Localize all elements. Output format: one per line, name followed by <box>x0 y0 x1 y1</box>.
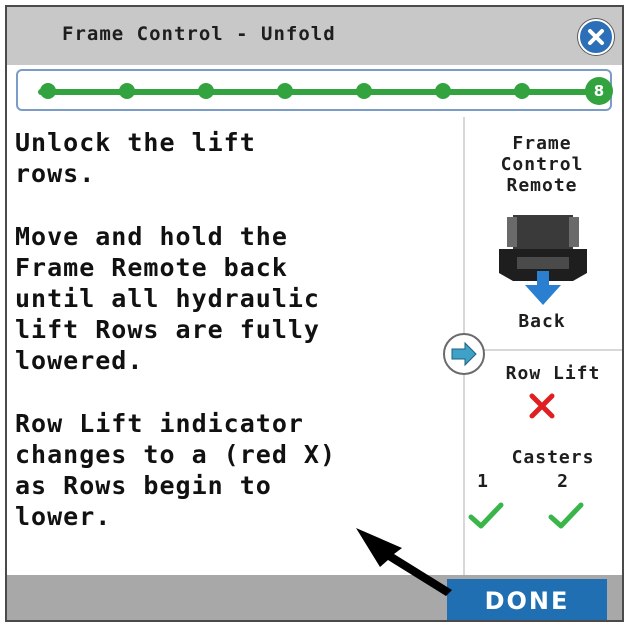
pointer-arrow-icon <box>356 528 452 596</box>
green-check-icon <box>468 502 504 529</box>
green-check-icon <box>548 502 584 529</box>
step-progress-bar: 8 <box>16 69 613 111</box>
remote-label: Frame Control Remote <box>500 133 584 196</box>
instruction-text: Unlock the lift rows. Move and hold the … <box>15 127 455 564</box>
row-lift-label: Row Lift <box>505 363 601 384</box>
casters-label: Casters <box>511 447 595 468</box>
step-dot <box>435 83 451 99</box>
dialog-window: Frame Control - Unfold 8 Unlock the lift… <box>5 5 624 622</box>
close-icon <box>588 29 604 45</box>
right-arrow-icon <box>451 341 477 367</box>
step-dot <box>119 83 135 99</box>
red-x-icon <box>529 393 555 419</box>
step-dot <box>277 83 293 99</box>
caster-1-label: 1 <box>477 471 489 492</box>
step-dot <box>198 83 214 99</box>
done-button[interactable]: DONE <box>447 579 607 620</box>
close-button[interactable] <box>578 19 614 55</box>
instruction-paragraph-1: Unlock the lift rows. <box>15 128 256 188</box>
caster-2-label: 2 <box>557 471 569 492</box>
title-bar: Frame Control - Unfold <box>7 7 622 65</box>
remote-joystick-icon <box>499 215 587 305</box>
horizontal-divider <box>465 349 622 351</box>
dialog-title: Frame Control - Unfold <box>62 23 336 45</box>
arrow-down-icon <box>525 285 561 305</box>
step-dot <box>40 83 56 99</box>
step-dot <box>356 83 372 99</box>
direction-label: Back <box>518 311 566 332</box>
step-dot <box>514 83 530 99</box>
current-step-indicator: 8 <box>585 77 613 105</box>
next-arrow-button[interactable] <box>443 333 485 375</box>
instruction-paragraph-3: Row Lift indicator changes to a (red X) … <box>15 409 337 531</box>
instruction-paragraph-2: Move and hold the Frame Remote back unti… <box>15 222 320 375</box>
